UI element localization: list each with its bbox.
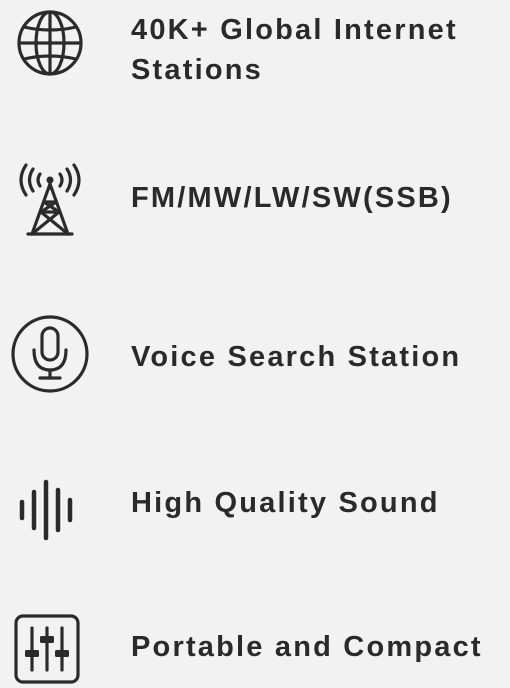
equalizer-sliders-icon: [10, 612, 90, 688]
feature-label: 40K+ Global Internet Stations: [131, 10, 458, 90]
feature-label: FM/MW/LW/SW(SSB): [131, 178, 453, 218]
feature-voice-search: Voice Search Station: [0, 310, 510, 410]
radio-tower-icon: [10, 162, 90, 242]
feature-radio-bands: FM/MW/LW/SW(SSB): [0, 150, 510, 260]
feature-label-line: High Quality Sound: [131, 487, 440, 519]
feature-label: Voice Search Station: [131, 337, 461, 377]
feature-label: High Quality Sound: [131, 483, 440, 523]
feature-label: Portable and Compact: [131, 627, 483, 667]
sound-wave-icon: [10, 466, 90, 546]
feature-list: 40K+ Global Internet Stations FM/MW/LW/S…: [0, 0, 510, 688]
feature-label-line: Stations: [131, 54, 263, 86]
feature-sound-quality: High Quality Sound: [0, 460, 510, 560]
microphone-icon: [10, 314, 90, 394]
feature-portable: Portable and Compact: [0, 600, 510, 688]
globe-icon: [10, 7, 90, 87]
feature-label-line: Portable and Compact: [131, 631, 483, 663]
feature-label-line: 40K+ Global Internet: [131, 14, 458, 46]
feature-internet-stations: 40K+ Global Internet Stations: [0, 0, 510, 110]
feature-label-line: Voice Search Station: [131, 341, 462, 373]
feature-label-line: FM/MW/LW/SW(SSB): [131, 182, 453, 214]
